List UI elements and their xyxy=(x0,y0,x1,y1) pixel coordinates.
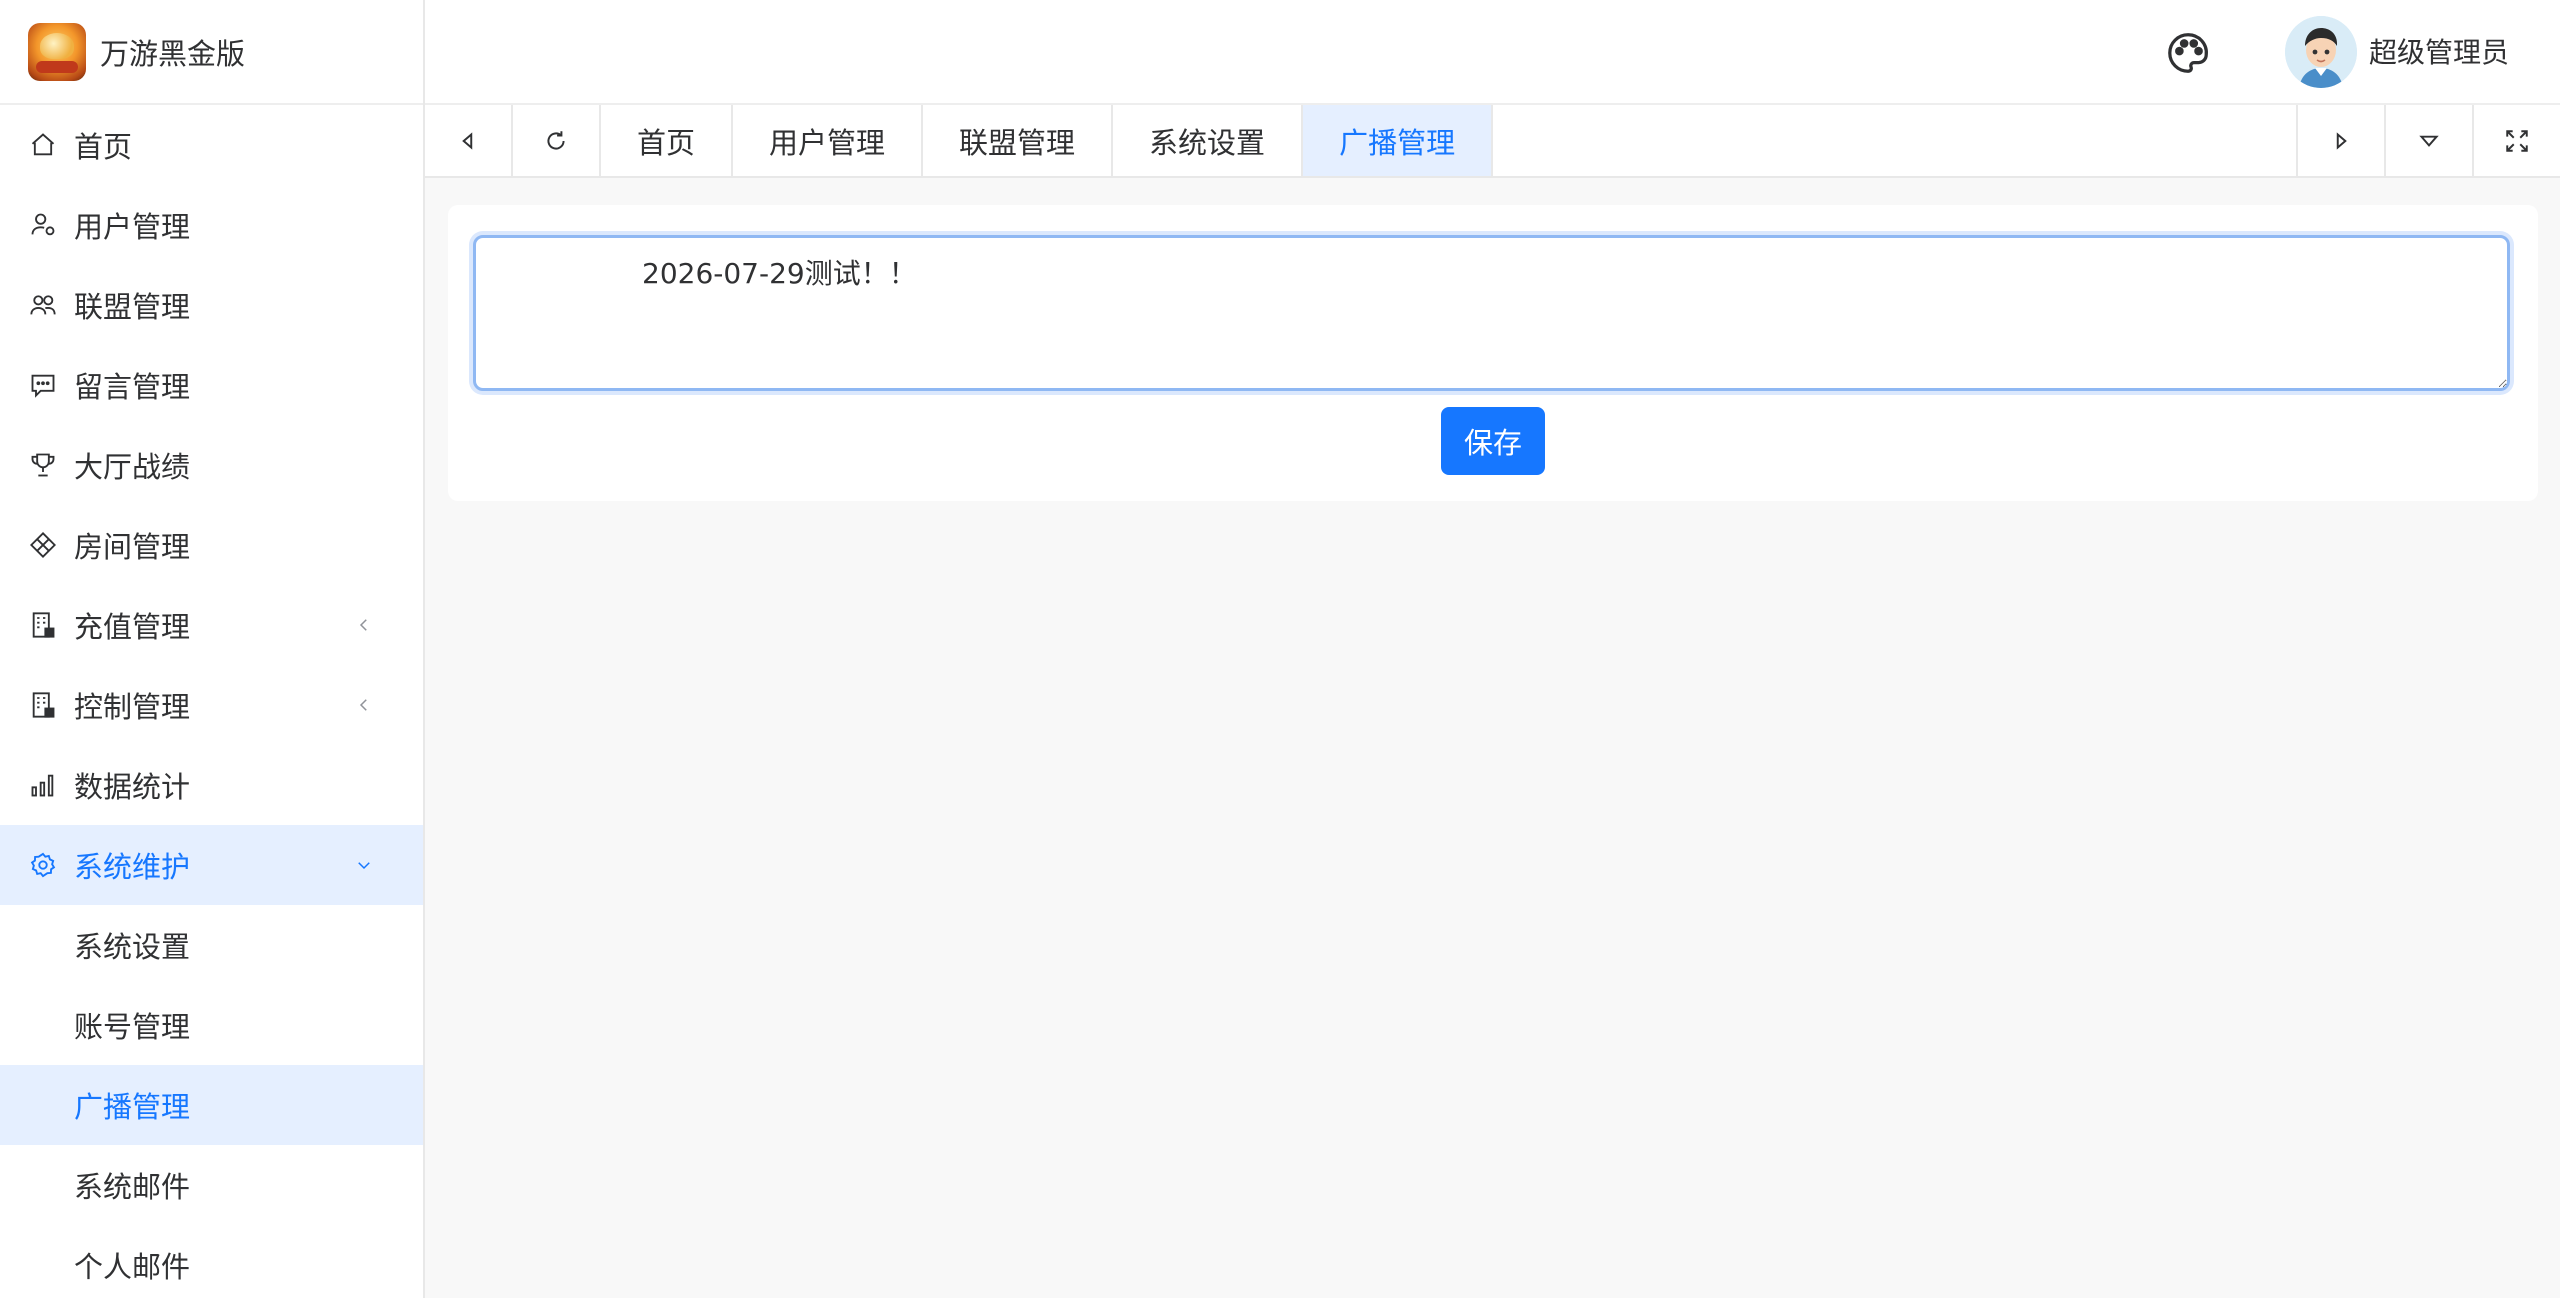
username-label[interactable]: 超级管理员 xyxy=(2369,0,2509,105)
tab-system-settings[interactable]: 系统设置 xyxy=(1113,105,1304,176)
sidebar-item-label: 联盟管理 xyxy=(74,290,191,324)
tabs-spacer xyxy=(1493,105,2296,176)
tab-user-management[interactable]: 用户管理 xyxy=(733,105,924,176)
sidebar: 万游黑金版 首页 用户管理 联盟管理 留言管理 大厅战绩 房间管理 充值管理 控… xyxy=(0,0,425,1298)
broadcast-message-textarea[interactable]: 2026-07-29测试！！ xyxy=(473,235,2510,391)
sidebar-item-label: 用户管理 xyxy=(74,210,191,244)
tabs-scroll-right-button[interactable] xyxy=(2296,105,2384,176)
sidebar-subitem-system-mail[interactable]: 系统邮件 xyxy=(0,1145,423,1225)
sidebar-item-label: 控制管理 xyxy=(74,690,191,724)
caret-down-icon xyxy=(2419,135,2439,147)
fullscreen-button[interactable] xyxy=(2472,105,2560,176)
sidebar-item-label: 数据统计 xyxy=(74,770,191,804)
home-icon xyxy=(28,130,58,160)
refresh-button[interactable] xyxy=(513,105,601,176)
sidebar-item-lobby-records[interactable]: 大厅战绩 xyxy=(0,425,423,505)
sidebar-subitem-account-management[interactable]: 账号管理 xyxy=(0,985,423,1065)
sidebar-item-users[interactable]: 用户管理 xyxy=(0,185,423,265)
sidebar-item-messages[interactable]: 留言管理 xyxy=(0,345,423,425)
sidebar-item-label: 充值管理 xyxy=(74,610,191,644)
palette-icon[interactable] xyxy=(2165,30,2211,76)
refresh-icon xyxy=(547,130,565,149)
caret-right-icon xyxy=(2336,131,2347,150)
group-icon xyxy=(28,290,58,320)
avatar[interactable] xyxy=(2285,16,2357,88)
settings-icon xyxy=(28,850,58,880)
sidebar-subitem-broadcast-management[interactable]: 广播管理 xyxy=(0,1065,423,1145)
sidebar-item-label: 大厅战绩 xyxy=(74,450,191,484)
sidebar-item-rooms[interactable]: 房间管理 xyxy=(0,505,423,585)
sidebar-item-label: 房间管理 xyxy=(74,530,191,564)
bar-chart-icon xyxy=(28,770,58,800)
chevron-left-icon xyxy=(359,619,367,631)
tab-broadcast-management[interactable]: 广播管理 xyxy=(1303,105,1494,176)
tabs-menu-button[interactable] xyxy=(2384,105,2472,176)
message-icon xyxy=(28,370,58,400)
sidebar-item-label: 系统维护 xyxy=(74,850,191,884)
sidebar-item-control[interactable]: 控制管理 xyxy=(0,665,423,745)
sidebar-subitem-system-settings[interactable]: 系统设置 xyxy=(0,905,423,985)
tabs-bar: 首页 用户管理 联盟管理 系统设置 广播管理 xyxy=(425,105,2560,178)
sidebar-subitem-personal-mail[interactable]: 个人邮件 xyxy=(0,1225,423,1298)
sidebar-item-alliance[interactable]: 联盟管理 xyxy=(0,265,423,345)
app-title: 万游黑金版 xyxy=(100,36,246,71)
sidebar-item-recharge[interactable]: 充值管理 xyxy=(0,585,423,665)
sidebar-item-system-maintenance[interactable]: 系统维护 xyxy=(0,825,423,905)
broadcast-card: 2026-07-29测试！！ 保存 xyxy=(448,205,2538,501)
logo-row: 万游黑金版 xyxy=(0,0,423,105)
tab-home[interactable]: 首页 xyxy=(601,105,734,176)
sidebar-menu: 首页 用户管理 联盟管理 留言管理 大厅战绩 房间管理 充值管理 控制管理 数据… xyxy=(0,105,423,1298)
tab-alliance-management[interactable]: 联盟管理 xyxy=(923,105,1114,176)
room-icon xyxy=(28,530,58,560)
sidebar-item-label: 留言管理 xyxy=(74,370,191,404)
user-gear-icon xyxy=(28,210,58,240)
trophy-icon xyxy=(28,450,58,480)
app-logo xyxy=(28,22,86,81)
chevron-left-icon xyxy=(359,699,367,711)
tabs-scroll-left-button[interactable] xyxy=(425,105,513,176)
chevron-down-icon xyxy=(358,862,370,870)
building-icon xyxy=(28,690,58,720)
fullscreen-icon xyxy=(2506,129,2528,152)
sidebar-item-home[interactable]: 首页 xyxy=(0,105,423,185)
save-button[interactable]: 保存 xyxy=(1441,407,1545,475)
sidebar-item-statistics[interactable]: 数据统计 xyxy=(0,745,423,825)
sidebar-item-label: 首页 xyxy=(74,130,133,164)
caret-left-icon xyxy=(462,131,473,150)
building-icon xyxy=(28,610,58,640)
top-header: 超级管理员 xyxy=(425,0,2560,105)
